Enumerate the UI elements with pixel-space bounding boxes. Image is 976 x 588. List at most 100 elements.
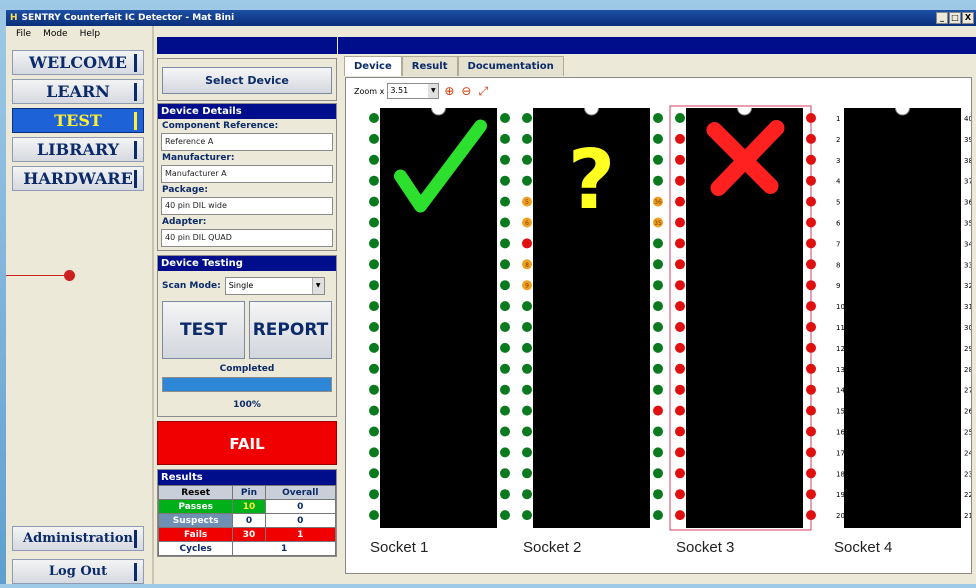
pin-dot (369, 405, 379, 416)
pin-number: 6 (836, 220, 841, 228)
question-icon: ? (568, 133, 616, 228)
socket-label: Socket 3 (676, 539, 734, 556)
pin-dot (806, 280, 816, 291)
pin-dot (369, 363, 379, 374)
pin-dot (653, 301, 663, 312)
results-title: Results (158, 470, 336, 485)
test-status: Completed (219, 364, 275, 374)
title-bar: H SENTRY Counterfeit IC Detector - Mat B… (6, 10, 976, 26)
pin-number: 22 (964, 491, 971, 499)
close-icon[interactable]: X (962, 12, 974, 24)
pin-dot (500, 405, 510, 416)
tab-device[interactable]: Device (344, 56, 402, 76)
nav-learn[interactable]: LEARN (12, 79, 144, 104)
pin-number: 1 (836, 115, 840, 123)
pin-number: 35 (964, 220, 971, 228)
pin-dot (522, 447, 532, 458)
pin-number: 15 (836, 408, 845, 416)
select-device-button[interactable]: Select Device (162, 67, 332, 94)
fails-overall: 1 (264, 527, 337, 542)
client-area: File Mode Help WELCOME LEARN TEST LIBRAR… (6, 26, 976, 584)
pin-dot (500, 175, 510, 186)
results-panel: Results Reset Pin Overall Passes 10 0 Su… (157, 469, 337, 557)
pin-number: 8 (836, 261, 840, 269)
control-header-bar (157, 37, 337, 54)
pin-dot (369, 322, 379, 332)
nav-hardware[interactable]: HARDWARE (12, 166, 144, 191)
pin-dot (500, 322, 510, 332)
pin-dot (369, 259, 379, 270)
pin-dot (806, 405, 816, 416)
pin-dot (522, 133, 532, 144)
pin-dot (369, 384, 379, 395)
pin-dot (675, 217, 685, 228)
pin-dot (500, 113, 510, 123)
pin-dot (522, 363, 532, 374)
pin-dot (500, 363, 510, 374)
pin-dot (500, 468, 510, 479)
administration-button[interactable]: Administration (12, 526, 144, 551)
pin-dot (806, 196, 816, 207)
nav-test[interactable]: TEST (12, 108, 144, 133)
minimize-icon[interactable]: _ (936, 12, 948, 24)
pin-dot (500, 510, 510, 521)
pin-dot (653, 113, 663, 123)
pin-number: 3 (836, 157, 840, 165)
tab-documentation[interactable]: Documentation (457, 56, 564, 76)
pin-number: 32 (964, 282, 971, 290)
pin-dot (369, 217, 379, 228)
cycles-value: 1 (232, 541, 336, 556)
pin-dot (369, 113, 379, 123)
menu-file[interactable]: File (16, 26, 31, 42)
device-testing-panel: Device Testing Scan Mode: Single ▼ TEST … (157, 255, 337, 417)
pin-dot (653, 405, 663, 416)
pin-dot (675, 510, 685, 521)
pin-number: 10 (836, 303, 845, 311)
pin-dot (653, 238, 663, 249)
pin-dot (500, 447, 510, 458)
pin-dot (675, 426, 685, 437)
logout-button[interactable]: Log Out (12, 559, 144, 584)
pin-dot (675, 154, 685, 165)
pin-dot (806, 259, 816, 270)
pin-dot (369, 447, 379, 458)
menu-mode[interactable]: Mode (43, 26, 68, 42)
chevron-down-icon: ▼ (311, 278, 324, 294)
pin-dot (522, 154, 532, 165)
scan-mode-select[interactable]: Single ▼ (224, 277, 325, 295)
report-button[interactable]: REPORT (249, 301, 332, 359)
test-button[interactable]: TEST (162, 301, 245, 359)
component-reference-field: Reference A (161, 133, 333, 151)
pin-number: 38 (964, 157, 971, 165)
pin-dot (369, 489, 379, 500)
sockets-svg: Socket 15 366 3589?Socket 2 Socket 31 402 393… (369, 105, 971, 556)
pin-dot (500, 301, 510, 312)
maximize-icon[interactable]: □ (949, 12, 961, 24)
pin-dot (653, 384, 663, 395)
device-details-title: Device Details (158, 104, 336, 119)
pin-dot (806, 363, 816, 374)
pin-dot (675, 384, 685, 395)
col-overall: Overall (264, 485, 337, 500)
pin-dot (806, 154, 816, 165)
pin-number: 7 (836, 240, 840, 248)
view-tabs: Device Result Documentation (338, 56, 976, 76)
pin-number: 19 (836, 491, 845, 499)
pin-dot (369, 133, 379, 144)
pin-dot (653, 259, 663, 270)
pin-number: 2 (836, 136, 840, 144)
pin-dot (500, 133, 510, 144)
reset-button[interactable]: Reset (157, 485, 234, 500)
results-table: Reset Pin Overall Passes 10 0 Suspects 0… (157, 485, 337, 556)
pin-number: 12 (836, 345, 845, 353)
nav-library[interactable]: LIBRARY (12, 137, 144, 162)
pin-dot (522, 510, 532, 521)
nav-welcome[interactable]: WELCOME (12, 50, 144, 75)
tab-result[interactable]: Result (401, 56, 458, 76)
pin-number: 23 (964, 470, 971, 478)
pin-number: 39 (964, 136, 971, 144)
pin-dot (522, 405, 532, 416)
pin-dot (806, 238, 816, 249)
menu-help[interactable]: Help (80, 26, 101, 42)
pin-dot (675, 405, 685, 416)
